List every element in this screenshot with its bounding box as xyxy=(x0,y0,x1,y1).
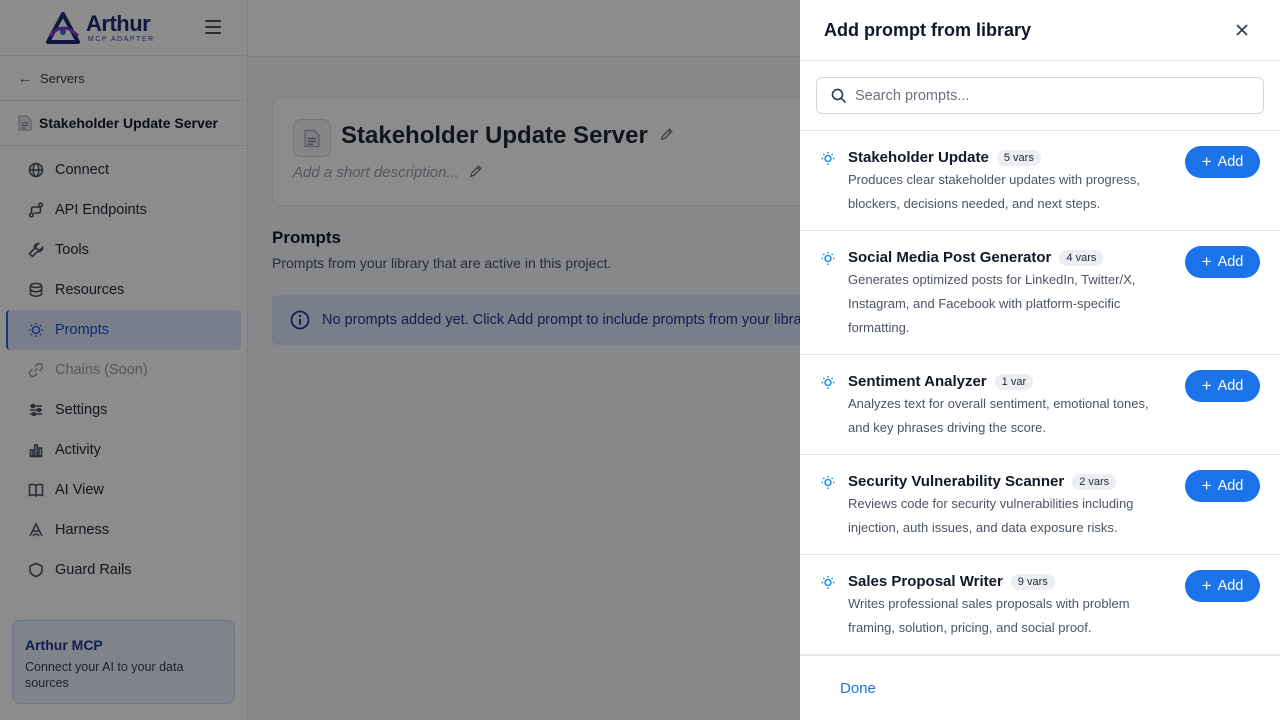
list-item: Social Media Post Generator 4 vars Gener… xyxy=(800,231,1280,355)
drawer-title: Add prompt from library xyxy=(824,19,1032,40)
drawer-footer: Done xyxy=(800,655,1280,720)
add-prompt-drawer: Add prompt from library Stakeholder Upda… xyxy=(800,0,1280,720)
list-item: Stakeholder Update 5 vars Produces clear… xyxy=(800,131,1280,231)
add-label: Add xyxy=(1217,378,1244,394)
prompt-description: Writes professional sales proposals with… xyxy=(848,596,1130,635)
add-label: Add xyxy=(1217,578,1244,594)
add-label: Add xyxy=(1217,254,1244,270)
search-area xyxy=(800,61,1280,131)
prompt-description: Generates optimized posts for LinkedIn, … xyxy=(848,272,1136,335)
lightbulb-icon xyxy=(821,152,835,165)
prompt-name: Stakeholder Update xyxy=(848,149,989,166)
drawer-header: Add prompt from library xyxy=(800,0,1280,61)
add-prompt-button[interactable]: + Add xyxy=(1185,570,1260,602)
prompt-name: Social Media Post Generator xyxy=(848,249,1052,266)
vars-badge: 9 vars xyxy=(1010,573,1055,590)
vars-badge: 1 var xyxy=(994,373,1034,390)
vars-badge: 4 vars xyxy=(1059,249,1104,266)
add-prompt-button[interactable]: + Add xyxy=(1185,246,1260,278)
prompt-list: Stakeholder Update 5 vars Produces clear… xyxy=(800,131,1280,655)
modal-backdrop[interactable] xyxy=(0,0,800,720)
prompt-description: Produces clear stakeholder updates with … xyxy=(848,172,1140,211)
prompt-description: Reviews code for security vulnerabilitie… xyxy=(848,496,1134,535)
search-icon xyxy=(831,88,847,103)
add-label: Add xyxy=(1217,478,1244,494)
search-input[interactable] xyxy=(855,87,1263,104)
close-icon[interactable] xyxy=(1234,22,1250,38)
lightbulb-icon xyxy=(821,476,835,489)
plus-icon: + xyxy=(1201,376,1212,395)
prompt-name: Sentiment Analyzer xyxy=(848,373,987,390)
vars-badge: 5 vars xyxy=(996,149,1041,166)
done-button[interactable]: Done xyxy=(840,680,876,697)
plus-icon: + xyxy=(1201,576,1212,595)
add-prompt-button[interactable]: + Add xyxy=(1185,146,1260,178)
vars-badge: 2 vars xyxy=(1072,473,1117,490)
list-item: Sentiment Analyzer 1 var Analyzes text f… xyxy=(800,355,1280,455)
add-label: Add xyxy=(1217,154,1244,170)
add-prompt-button[interactable]: + Add xyxy=(1185,370,1260,402)
add-prompt-button[interactable]: + Add xyxy=(1185,470,1260,502)
list-item: Sales Proposal Writer 9 vars Writes prof… xyxy=(800,555,1280,655)
prompt-name: Sales Proposal Writer xyxy=(848,573,1003,590)
list-item: Security Vulnerability Scanner 2 vars Re… xyxy=(800,455,1280,555)
plus-icon: + xyxy=(1201,476,1212,495)
plus-icon: + xyxy=(1201,252,1212,271)
prompt-description: Analyzes text for overall sentiment, emo… xyxy=(848,396,1149,435)
plus-icon: + xyxy=(1201,152,1212,171)
lightbulb-icon xyxy=(821,376,835,389)
prompt-name: Security Vulnerability Scanner xyxy=(848,473,1065,490)
search-box xyxy=(816,77,1264,114)
lightbulb-icon xyxy=(821,252,835,265)
lightbulb-icon xyxy=(821,576,835,589)
